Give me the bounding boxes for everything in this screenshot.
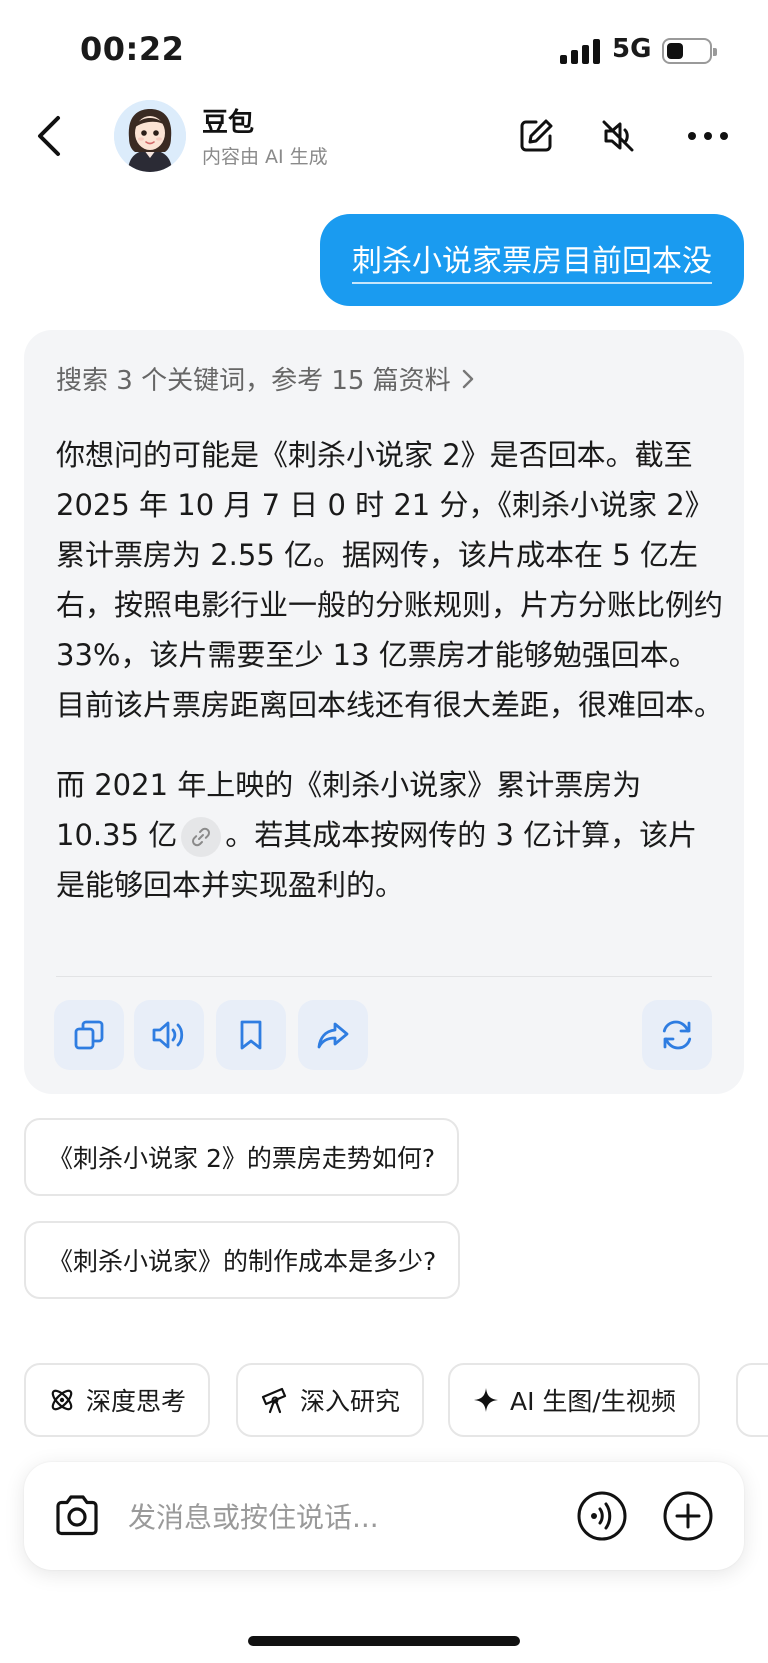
camera-icon [56, 1495, 98, 1536]
camera-button[interactable] [52, 1492, 102, 1540]
status-bar: 00:22 5G [0, 0, 768, 90]
deep-research-button[interactable]: 深入研究 [236, 1363, 425, 1437]
user-message-text: 刺杀小说家票房目前回本没 [352, 236, 712, 284]
chevron-right-icon [462, 369, 473, 388]
user-message-bubble[interactable]: 刺杀小说家票房目前回本没 [320, 214, 744, 306]
chat-header: 豆包 内容由 AI 生成 [0, 92, 768, 182]
more-tools-chip[interactable] [736, 1363, 768, 1437]
message-input-bar [24, 1462, 744, 1570]
voice-wave-icon [577, 1491, 627, 1541]
tool-label: 深度思考 [86, 1387, 187, 1416]
search-references-link[interactable]: 搜索 3 个关键词，参考 15 篇资料 [56, 360, 477, 397]
link-icon [192, 827, 211, 847]
suggested-question[interactable]: 《刺杀小说家》的制作成本是多少? [24, 1221, 461, 1299]
more-dots-icon [688, 132, 728, 140]
avatar[interactable] [114, 100, 186, 172]
network-type: 5G [612, 34, 652, 64]
more-button[interactable] [684, 112, 732, 160]
regenerate-button[interactable] [642, 1000, 712, 1070]
atom-icon [51, 1389, 73, 1411]
share-button[interactable] [298, 1000, 368, 1070]
deep-thinking-button[interactable]: 深度思考 [24, 1363, 211, 1437]
sparkle-icon [474, 1388, 498, 1412]
ai-image-video-button[interactable]: AI 生图/生视频 [448, 1363, 700, 1437]
bookmark-button[interactable] [216, 1000, 286, 1070]
edit-icon [520, 119, 553, 152]
tool-label: AI 生图/生视频 [510, 1387, 676, 1416]
suggested-question[interactable]: 《刺杀小说家 2》的票房走势如何? [24, 1118, 460, 1196]
share-arrow-icon [317, 1022, 349, 1049]
answer-body: 你想问的可能是《刺杀小说家 2》是否回本。截至 2025 年 10 月 7 日 … [56, 430, 726, 940]
new-chat-button[interactable] [512, 112, 560, 160]
back-button[interactable] [30, 112, 70, 160]
add-attachment-button[interactable] [662, 1490, 714, 1542]
tool-label: 深入研究 [300, 1387, 401, 1416]
signal-icon [560, 38, 602, 64]
home-indicator [248, 1636, 520, 1646]
answer-paragraph: 而 2021 年上映的《刺杀小说家》累计票房为 10.35 亿。若其成本按网传的… [56, 760, 726, 910]
chevron-left-icon [38, 116, 60, 156]
speaker-icon [152, 1021, 184, 1049]
avatar-image [114, 100, 186, 172]
divider [56, 976, 712, 977]
copy-button[interactable] [54, 1000, 124, 1070]
bookmark-icon [240, 1020, 262, 1050]
read-aloud-button[interactable] [134, 1000, 204, 1070]
message-input[interactable] [128, 1492, 528, 1542]
telescope-icon [261, 1387, 287, 1414]
chat-title: 豆包 [202, 108, 255, 138]
speaker-muted-icon [602, 120, 634, 152]
status-time: 00:22 [80, 30, 185, 68]
ai-response-card: 搜索 3 个关键词，参考 15 篇资料 你想问的可能是《刺杀小说家 2》是否回本… [24, 330, 744, 1094]
copy-icon [74, 1020, 104, 1050]
chat-subtitle: 内容由 AI 生成 [202, 146, 328, 168]
battery-icon [662, 38, 717, 64]
plus-circle-icon [663, 1491, 713, 1541]
search-note-text: 搜索 3 个关键词，参考 15 篇资料 [56, 366, 451, 396]
mute-button[interactable] [594, 112, 642, 160]
chat-screen: 00:22 5G 豆包 内容由 AI 生成 刺杀小说家票房目前回本没 搜索 3 … [0, 0, 768, 1663]
voice-call-button[interactable] [576, 1490, 628, 1542]
answer-paragraph: 你想问的可能是《刺杀小说家 2》是否回本。截至 2025 年 10 月 7 日 … [56, 438, 724, 722]
source-link-button[interactable] [181, 817, 222, 857]
refresh-icon [662, 1020, 692, 1050]
